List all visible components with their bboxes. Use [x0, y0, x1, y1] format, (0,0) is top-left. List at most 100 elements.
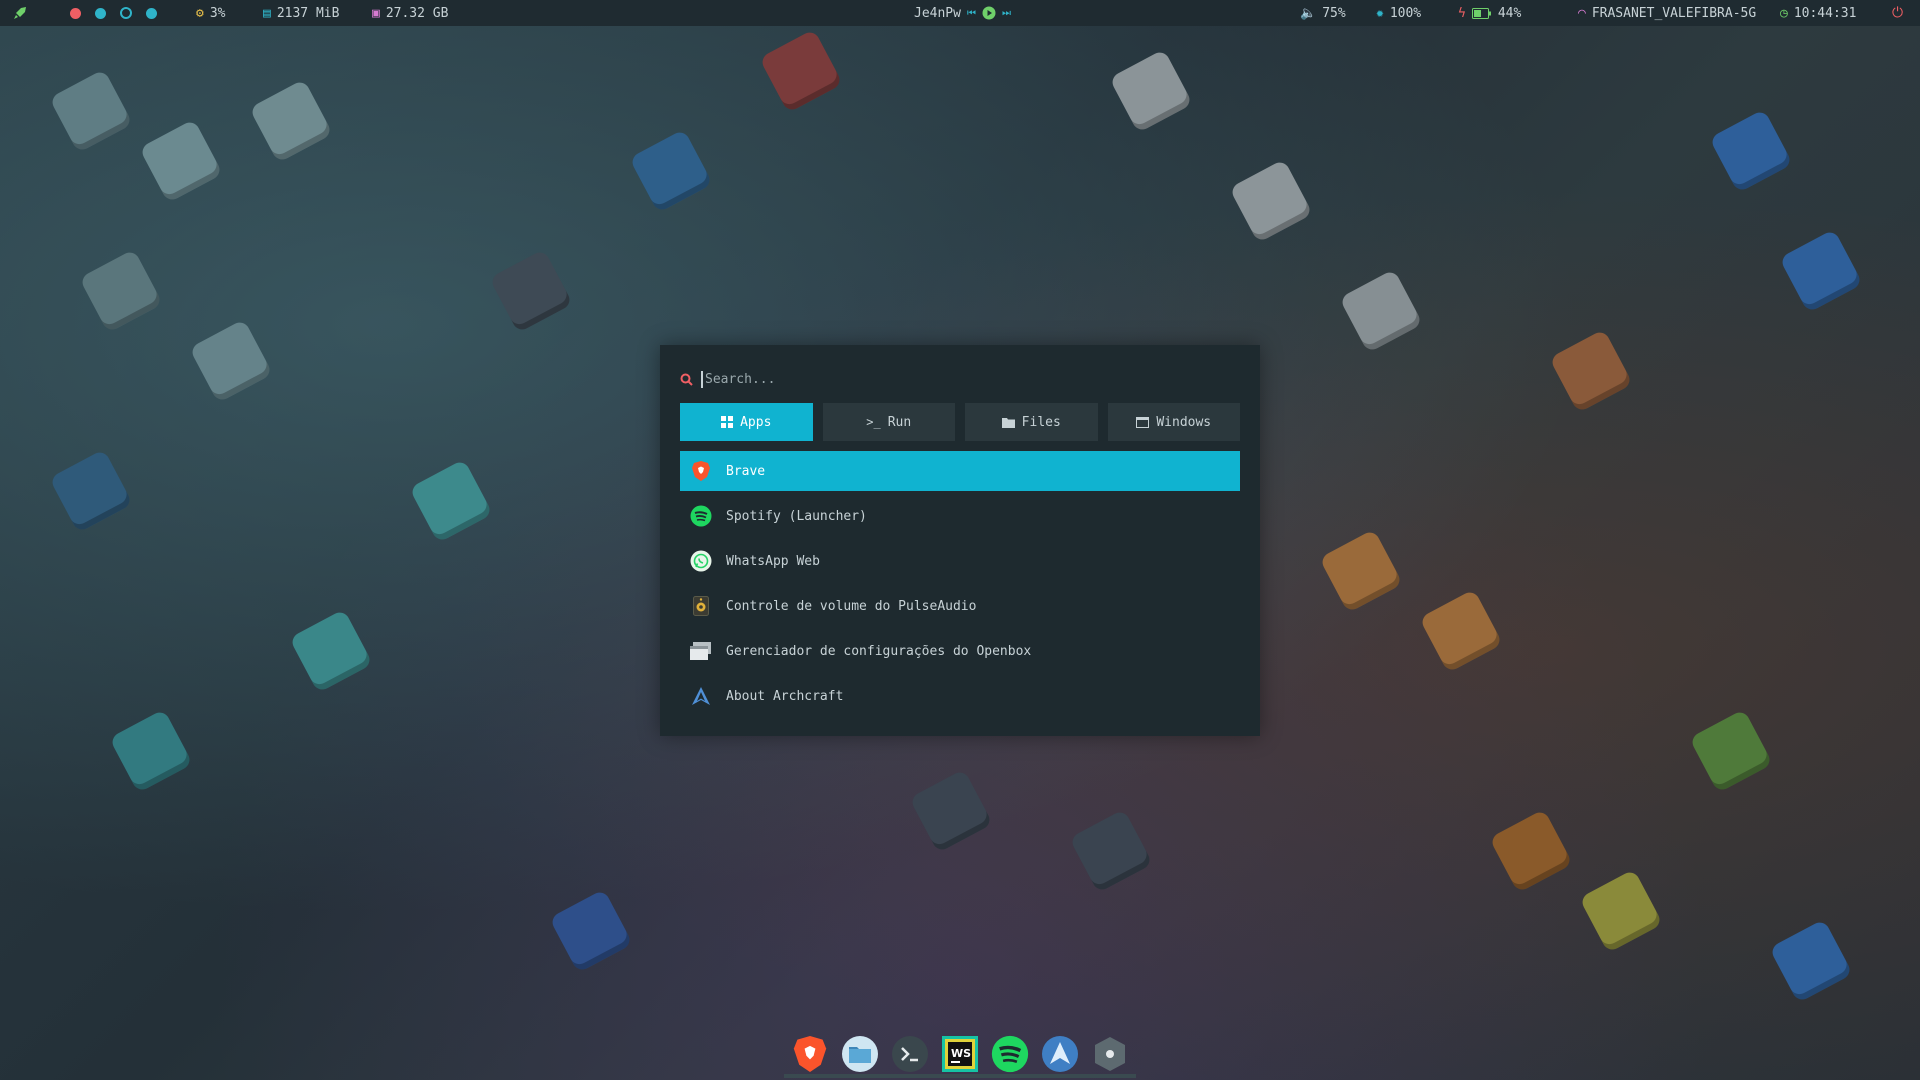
tab-windows[interactable]: Windows: [1107, 403, 1240, 441]
tab-files-label: Files: [1021, 414, 1061, 430]
workspace-1-dot[interactable]: [70, 7, 81, 19]
wallpaper-keycap: [49, 449, 133, 533]
play-icon[interactable]: [982, 6, 996, 20]
list-item-brave[interactable]: Brave: [680, 451, 1240, 491]
workspace-2-dot[interactable]: [95, 7, 106, 19]
tab-run-label: Run: [887, 414, 912, 430]
wallpaper-keycap: [1339, 269, 1423, 353]
archcraft-icon: [690, 685, 712, 707]
mode-tabs: Apps >_ Run Files Windows: [680, 403, 1240, 441]
wallpaper-keycap: [1709, 109, 1793, 193]
bolt-icon: ϟ: [1458, 5, 1466, 21]
dock-webstorm-icon[interactable]: WS: [940, 1034, 980, 1074]
wallpaper-keycap: [109, 709, 193, 793]
webstorm-label: WS: [951, 1047, 971, 1060]
workspace-4-dot[interactable]: [146, 7, 157, 19]
wallpaper-keycap: [489, 249, 573, 333]
power-icon[interactable]: ⏻: [1892, 0, 1903, 26]
search-input[interactable]: [701, 370, 1207, 388]
grid-icon: [721, 416, 734, 428]
list-item-label: Controle de volume do PulseAudio: [726, 598, 977, 614]
wallpaper-keycap: [409, 459, 493, 543]
list-item-label: Gerenciador de configurações do Openbox: [726, 643, 1032, 659]
search-icon: [680, 373, 693, 386]
next-icon[interactable]: ⏭: [1002, 8, 1011, 19]
workspace-indicators: [70, 0, 157, 26]
openbox-icon: [690, 640, 712, 662]
list-item-pulseaudio[interactable]: Controle de volume do PulseAudio: [680, 586, 1240, 626]
volume-icon: 🔈: [1300, 5, 1317, 21]
wallpaper-keycap: [629, 129, 713, 213]
rocket-icon[interactable]: [12, 0, 28, 26]
speaker-icon: [690, 595, 712, 617]
wallpaper-keycap: [1769, 919, 1853, 1003]
wallpaper-keycap: [1109, 49, 1193, 133]
spotify-icon: [690, 505, 712, 527]
wallpaper-keycap: [1419, 589, 1503, 673]
folder-icon: [1001, 417, 1015, 428]
wallpaper-keycap: [1489, 809, 1573, 893]
volume-value: 75%: [1322, 5, 1346, 21]
memory-value: 2137 MiB: [276, 5, 340, 21]
app-launcher: Apps >_ Run Files Windows Brave: [660, 345, 1260, 736]
wallpaper-keycap: [1319, 529, 1403, 613]
clock-value: 10:44:31: [1793, 5, 1857, 21]
wallpaper-keycap: [1779, 229, 1863, 313]
wallpaper-keycap: [189, 319, 273, 403]
top-panel: ⚙ 3% ▤ 2137 MiB ▣ 27.32 GB Je4nPw ⏮ ⏭ 🔈 …: [0, 0, 1920, 26]
wallpaper-keycap: [759, 29, 843, 113]
workspace-3-ring[interactable]: [120, 7, 132, 19]
app-list: Brave Spotify (Launcher) WhatsApp Web Co…: [680, 451, 1240, 721]
memory-module: ▤ 2137 MiB: [263, 0, 339, 26]
wallpaper-keycap: [549, 889, 633, 973]
dock-spotify-icon[interactable]: [990, 1034, 1030, 1074]
list-item-label: WhatsApp Web: [726, 553, 820, 569]
wallpaper-keycap: [139, 119, 223, 203]
dock-file-manager-icon[interactable]: [840, 1034, 880, 1074]
cpu-icon: ⚙: [196, 5, 204, 21]
disk-value: 27.32 GB: [385, 5, 449, 21]
tab-apps[interactable]: Apps: [680, 403, 813, 441]
search-bar: [680, 367, 1240, 391]
list-item-openbox[interactable]: Gerenciador de configurações do Openbox: [680, 631, 1240, 671]
battery-icon: [1471, 7, 1492, 19]
battery-module: ϟ 44%: [1458, 0, 1521, 26]
dock-brave-icon[interactable]: [790, 1034, 830, 1074]
list-item-about-archcraft[interactable]: About Archcraft: [680, 676, 1240, 716]
list-item-whatsapp[interactable]: WhatsApp Web: [680, 541, 1240, 581]
wallpaper-keycap: [49, 69, 133, 153]
tab-files[interactable]: Files: [965, 403, 1098, 441]
dock-archcraft-icon[interactable]: [1040, 1034, 1080, 1074]
memory-icon: ▤: [263, 5, 271, 21]
dock-indicator-bar: [784, 1074, 1136, 1078]
dock-settings-icon[interactable]: [1090, 1034, 1130, 1074]
dock-terminal-icon[interactable]: [890, 1034, 930, 1074]
media-module: Je4nPw ⏮ ⏭: [914, 0, 1011, 26]
cpu-value: 3%: [209, 5, 226, 21]
wallpaper-keycap: [79, 249, 163, 333]
window-icon: [1136, 416, 1150, 428]
wifi-module[interactable]: ◠ FRASANET_VALEFIBRA-5G: [1578, 0, 1756, 26]
brightness-module[interactable]: ✹ 100%: [1376, 0, 1421, 26]
battery-value: 44%: [1497, 5, 1522, 21]
tab-apps-label: Apps: [740, 414, 772, 430]
prev-icon[interactable]: ⏮: [967, 8, 976, 19]
media-title: Je4nPw: [914, 5, 961, 21]
list-item-label: Spotify (Launcher): [726, 508, 867, 524]
list-item-label: Brave: [726, 463, 766, 479]
clock-module: ◷ 10:44:31: [1780, 0, 1856, 26]
volume-module[interactable]: 🔈 75%: [1300, 0, 1346, 26]
clock-icon: ◷: [1780, 5, 1788, 21]
whatsapp-icon: [690, 550, 712, 572]
wallpaper-keycap: [289, 609, 373, 693]
list-item-label: About Archcraft: [726, 688, 844, 704]
brightness-icon: ✹: [1376, 5, 1384, 21]
wallpaper-keycap: [1229, 159, 1313, 243]
tab-run[interactable]: >_ Run: [822, 403, 955, 441]
brightness-value: 100%: [1389, 5, 1422, 21]
dock: WS: [784, 1027, 1136, 1080]
list-item-spotify[interactable]: Spotify (Launcher): [680, 496, 1240, 536]
wallpaper-keycap: [1549, 329, 1633, 413]
brave-icon: [690, 460, 712, 482]
wallpaper-keycap: [1579, 869, 1663, 953]
